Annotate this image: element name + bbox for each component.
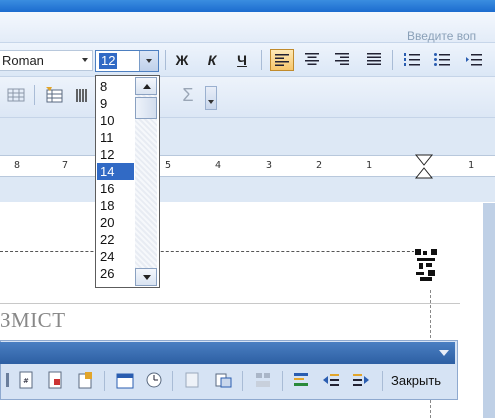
header-boundary-line: [0, 251, 430, 252]
dropdown-scrollbar[interactable]: [135, 77, 157, 286]
font-name-value: Roman: [2, 53, 44, 68]
format-page-number-icon[interactable]: [76, 371, 94, 389]
chevron-down-icon: [208, 100, 214, 104]
font-size-option[interactable]: 10: [97, 112, 133, 129]
font-size-dropdown-button[interactable]: [139, 51, 158, 71]
font-name-field[interactable]: Roman: [0, 50, 93, 71]
toolbar-separator: [172, 371, 173, 391]
font-size-option[interactable]: 12: [97, 146, 133, 163]
font-size-option[interactable]: 22: [97, 231, 133, 248]
ruler-mark: 4: [215, 160, 222, 171]
chevron-down-icon: [146, 59, 152, 63]
ruler-mark: 5: [165, 160, 172, 171]
arrow-up-icon: [143, 84, 151, 89]
font-size-option[interactable]: 20: [97, 214, 133, 231]
font-size-option[interactable]: 24: [97, 248, 133, 265]
margin-line: [0, 303, 460, 304]
toolbar-separator: [165, 50, 166, 70]
numbered-list-button[interactable]: [400, 49, 424, 71]
align-center-icon: [305, 53, 319, 65]
font-size-option[interactable]: 26: [97, 265, 133, 282]
font-size-option[interactable]: 16: [97, 180, 133, 197]
underline-button[interactable]: Ч: [230, 49, 254, 71]
toolbar-options-button[interactable]: [205, 86, 217, 110]
number-of-pages-icon[interactable]: [46, 371, 64, 389]
window-title-bar: [0, 0, 495, 12]
font-size-option[interactable]: 18: [97, 197, 133, 214]
justify-icon: [367, 53, 381, 65]
align-right-icon: [335, 53, 349, 65]
decrease-indent-button[interactable]: [462, 49, 486, 71]
insert-date-icon[interactable]: [116, 371, 134, 389]
insert-table-icon[interactable]: [44, 85, 64, 105]
italic-button[interactable]: К: [200, 49, 224, 71]
columns-icon[interactable]: [74, 85, 94, 105]
justify-button[interactable]: [362, 49, 386, 71]
indent-marker-icon[interactable]: [412, 154, 436, 180]
header-footer-toolbar-title[interactable]: [0, 342, 455, 364]
scroll-thumb[interactable]: [135, 97, 157, 119]
font-size-option[interactable]: 8: [97, 78, 133, 95]
toolbar-separator: [392, 50, 393, 70]
font-size-option[interactable]: 11: [97, 129, 133, 146]
autosum-button[interactable]: Σ: [178, 85, 198, 106]
bulleted-list-icon: [434, 53, 450, 66]
toolbar-separator: [242, 371, 243, 391]
font-size-option-selected[interactable]: 14: [97, 163, 134, 180]
show-hide-text-icon[interactable]: [214, 371, 232, 389]
insert-time-icon[interactable]: [145, 371, 163, 389]
align-right-button[interactable]: [330, 49, 354, 71]
close-header-footer-button[interactable]: Закрыть: [388, 370, 444, 392]
ruler-mark: 3: [266, 160, 273, 171]
font-size-dropdown-list: 8 9 10 11 12 14 16 18 20 22 24 26: [95, 75, 160, 288]
horizontal-ruler[interactable]: 8 7 6 5 4 3 2 1 1: [0, 154, 495, 180]
ruler-mark: 8: [14, 160, 21, 171]
switch-header-footer-icon[interactable]: [292, 371, 310, 389]
chevron-down-icon[interactable]: [82, 58, 88, 62]
page-number-icon[interactable]: #: [17, 371, 35, 389]
ruler-mark: 2: [316, 160, 323, 171]
font-size-value[interactable]: 12: [99, 53, 118, 69]
toolbar-separator: [382, 371, 383, 391]
ruler-mark: 7: [62, 160, 69, 171]
same-as-previous-icon[interactable]: [254, 371, 272, 389]
document-heading: ЗМІСТ: [0, 308, 66, 332]
scroll-down-button[interactable]: [135, 268, 157, 286]
ruler-mark: 1: [468, 160, 475, 171]
arrow-down-icon: [143, 275, 151, 280]
page-setup-icon[interactable]: [184, 371, 202, 389]
qr-code-icon: [414, 248, 438, 282]
toolbar-separator: [261, 50, 262, 70]
help-search-input[interactable]: Введите воп: [407, 29, 495, 43]
align-left-icon: [275, 54, 289, 66]
show-previous-icon[interactable]: [322, 371, 340, 389]
menu-bar: Введите воп: [0, 12, 495, 43]
font-size-field[interactable]: 12: [95, 50, 159, 72]
toolbar-separator: [282, 371, 283, 391]
align-center-button[interactable]: [300, 49, 324, 71]
font-size-option[interactable]: 9: [97, 95, 133, 112]
indent-icon: [466, 54, 482, 66]
chevron-down-icon[interactable]: [439, 350, 449, 356]
bold-button[interactable]: Ж: [170, 49, 194, 71]
toolbar-separator: [104, 371, 105, 391]
align-left-button[interactable]: [270, 49, 294, 71]
ruler-mark: 1: [366, 160, 373, 171]
scroll-up-button[interactable]: [135, 77, 157, 95]
svg-text:#: #: [23, 377, 29, 385]
bulleted-list-button[interactable]: [430, 49, 454, 71]
numbered-list-icon: [404, 53, 420, 66]
table-icon[interactable]: [6, 85, 26, 105]
toolbar-separator: [34, 85, 35, 105]
show-next-icon[interactable]: [352, 371, 370, 389]
